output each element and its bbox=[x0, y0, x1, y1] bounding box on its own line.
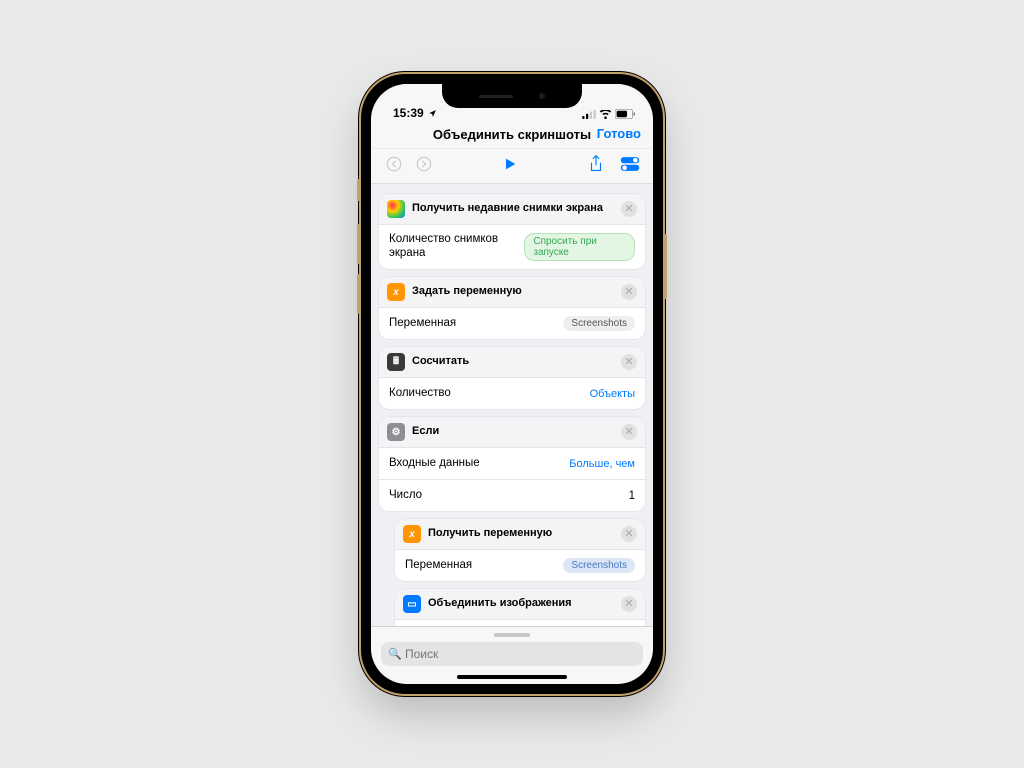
row-value[interactable]: 1 bbox=[629, 490, 635, 502]
close-icon[interactable]: ✕ bbox=[621, 596, 637, 612]
action-icon: 🖩 bbox=[387, 353, 405, 371]
card-header: 🖩 Сосчитать ✕ bbox=[379, 347, 645, 377]
volume-down bbox=[357, 274, 361, 314]
card-row: Число 1 bbox=[379, 479, 645, 511]
location-icon bbox=[428, 109, 437, 118]
row-label: Входные данные bbox=[389, 457, 480, 471]
card-header: x Задать переменную ✕ bbox=[379, 277, 645, 307]
row-value[interactable]: Объекты bbox=[590, 388, 635, 400]
row-label: Переменная bbox=[405, 559, 472, 573]
action-icon bbox=[387, 200, 405, 218]
action-title: Сосчитать bbox=[412, 355, 614, 368]
notch bbox=[442, 84, 582, 108]
action-icon: ▭ bbox=[403, 595, 421, 613]
phone-frame: 15:39 Объединить скриншоты Готово bbox=[361, 74, 663, 694]
cell-signal-icon bbox=[582, 110, 596, 119]
card-row: РежимОдно за другимСетка bbox=[395, 619, 645, 626]
screen: 15:39 Объединить скриншоты Готово bbox=[371, 84, 653, 684]
action-title: Задать переменную bbox=[412, 285, 614, 298]
toolbar bbox=[371, 149, 653, 184]
value-pill[interactable]: Спросить при запуске bbox=[524, 233, 635, 261]
value-pill[interactable]: Screenshots bbox=[563, 316, 635, 331]
card-row: Переменная Screenshots bbox=[395, 549, 645, 581]
card-header: ⚙ Если ✕ bbox=[379, 417, 645, 447]
wifi-icon bbox=[599, 110, 612, 119]
action-card[interactable]: ▭ Объединить изображения ✕ РежимОдно за дру… bbox=[395, 589, 645, 626]
row-label: Количество снимков экрана bbox=[389, 233, 524, 261]
card-header: x Получить переменную ✕ bbox=[395, 519, 645, 549]
action-title: Получить недавние снимки экрана bbox=[412, 202, 614, 215]
volume-up bbox=[357, 224, 361, 264]
card-row: Количество снимков экранаСпросить при за… bbox=[379, 224, 645, 269]
mute-switch bbox=[357, 179, 361, 201]
status-time: 15:39 bbox=[393, 106, 424, 120]
play-button[interactable] bbox=[499, 153, 521, 175]
close-icon[interactable]: ✕ bbox=[621, 201, 637, 217]
share-button[interactable] bbox=[585, 153, 607, 175]
action-icon: x bbox=[387, 283, 405, 301]
close-icon[interactable]: ✕ bbox=[621, 526, 637, 542]
battery-icon bbox=[615, 109, 635, 119]
action-icon: x bbox=[403, 525, 421, 543]
action-card[interactable]: 🖩 Сосчитать ✕ Количество Объекты bbox=[379, 347, 645, 409]
action-card[interactable]: ⚙ Если ✕ Входные данные Больше, чем Число 1 bbox=[379, 417, 645, 511]
action-title: Объединить изображения bbox=[428, 597, 614, 610]
close-icon[interactable]: ✕ bbox=[621, 424, 637, 440]
redo-button[interactable] bbox=[413, 153, 435, 175]
row-value[interactable]: Больше, чем bbox=[569, 458, 635, 470]
settings-toggle-button[interactable] bbox=[619, 153, 641, 175]
card-row: Входные данные Больше, чем bbox=[379, 447, 645, 479]
card-header: ▭ Объединить изображения ✕ bbox=[395, 589, 645, 619]
action-title: Если bbox=[412, 425, 614, 438]
workflow-content[interactable]: Получить недавние снимки экрана ✕ Количест… bbox=[371, 184, 653, 626]
done-button[interactable]: Готово bbox=[597, 126, 641, 141]
search-input[interactable] bbox=[381, 642, 643, 666]
grabber[interactable] bbox=[494, 633, 530, 637]
undo-button[interactable] bbox=[383, 153, 405, 175]
card-row: Количество Объекты bbox=[379, 377, 645, 409]
action-icon: ⚙ bbox=[387, 423, 405, 441]
home-indicator[interactable] bbox=[457, 675, 567, 679]
search-icon: 🔍 bbox=[388, 648, 402, 661]
page-title: Объединить скриншоты bbox=[433, 127, 591, 142]
row-label: Число bbox=[389, 489, 422, 503]
nav-bar: Объединить скриншоты Готово bbox=[371, 120, 653, 149]
action-card[interactable]: x Задать переменную ✕ Переменная Screenshots bbox=[379, 277, 645, 339]
action-card[interactable]: x Получить переменную ✕ Переменная Screensho… bbox=[395, 519, 645, 581]
action-title: Получить переменную bbox=[428, 527, 614, 540]
close-icon[interactable]: ✕ bbox=[621, 284, 637, 300]
row-label: Количество bbox=[389, 387, 451, 401]
close-icon[interactable]: ✕ bbox=[621, 354, 637, 370]
row-label: Переменная bbox=[389, 317, 456, 331]
card-header: Получить недавние снимки экрана ✕ bbox=[379, 194, 645, 224]
card-row: Переменная Screenshots bbox=[379, 307, 645, 339]
power-button bbox=[663, 234, 667, 299]
action-card[interactable]: Получить недавние снимки экрана ✕ Количест… bbox=[379, 194, 645, 269]
value-pill[interactable]: Screenshots bbox=[563, 558, 635, 573]
